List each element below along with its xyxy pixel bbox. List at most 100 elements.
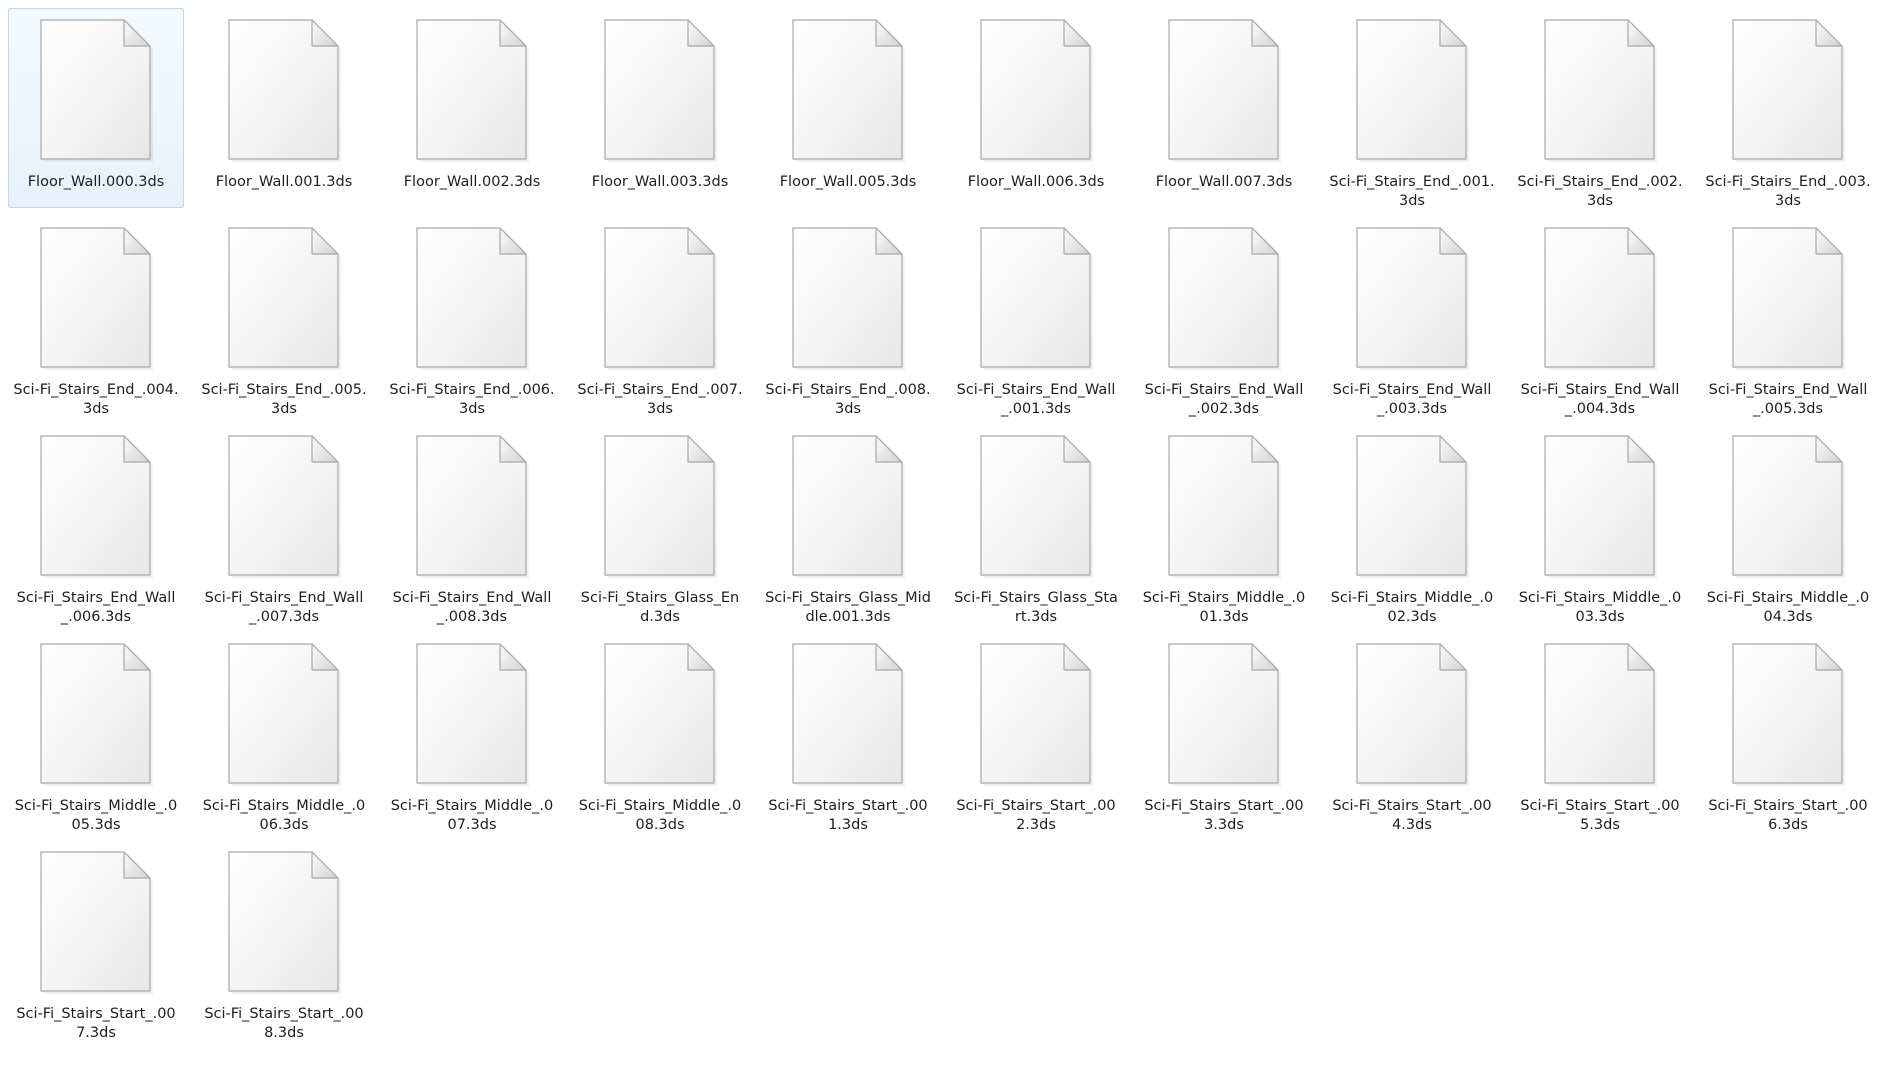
file-item[interactable]: Sci-Fi_Stairs_End_Wall_.001.3ds: [948, 216, 1124, 417]
file-item[interactable]: Sci-Fi_Stairs_End_.006.3ds: [384, 216, 560, 417]
file-item[interactable]: Sci-Fi_Stairs_Middle_.006.3ds: [196, 632, 372, 833]
document-icon: [413, 19, 531, 165]
file-name-label: Sci-Fi_Stairs_End_.008.3ds: [765, 382, 931, 417]
document-icon: [1353, 643, 1471, 789]
document-icon: [977, 19, 1095, 165]
file-item[interactable]: Sci-Fi_Stairs_End_Wall_.008.3ds: [384, 424, 560, 625]
file-name-label: Floor_Wall.002.3ds: [403, 174, 541, 190]
file-item[interactable]: Sci-Fi_Stairs_End_Wall_.004.3ds: [1512, 216, 1688, 417]
file-name-label: Sci-Fi_Stairs_Start_.004.3ds: [1332, 798, 1492, 833]
file-name-label: Sci-Fi_Stairs_Middle_.004.3ds: [1706, 590, 1870, 625]
file-name-label: Floor_Wall.000.3ds: [27, 174, 165, 190]
document-icon: [789, 435, 907, 581]
document-icon: [225, 851, 343, 997]
file-item[interactable]: Sci-Fi_Stairs_Glass_End.3ds: [572, 424, 748, 625]
file-item[interactable]: Sci-Fi_Stairs_End_.005.3ds: [196, 216, 372, 417]
document-icon: [601, 19, 719, 165]
file-name-label: Sci-Fi_Stairs_Middle_.003.3ds: [1518, 590, 1682, 625]
file-grid[interactable]: Floor_Wall.000.3ds Floor_Wall.001.3ds Fl…: [8, 8, 1876, 1048]
document-icon: [1729, 19, 1847, 165]
document-icon: [37, 227, 155, 373]
file-item[interactable]: Sci-Fi_Stairs_Middle_.004.3ds: [1700, 424, 1876, 625]
file-name-label: Sci-Fi_Stairs_End_Wall_.004.3ds: [1520, 382, 1680, 417]
file-name-label: Sci-Fi_Stairs_Start_.002.3ds: [956, 798, 1116, 833]
file-name-label: Sci-Fi_Stairs_End_Wall_.006.3ds: [16, 590, 176, 625]
file-item[interactable]: Floor_Wall.006.3ds: [948, 8, 1124, 208]
file-name-label: Sci-Fi_Stairs_End_.003.3ds: [1705, 174, 1871, 209]
document-icon: [1729, 643, 1847, 789]
file-item[interactable]: Sci-Fi_Stairs_Start_.007.3ds: [8, 840, 184, 1041]
document-icon: [789, 19, 907, 165]
file-name-label: Sci-Fi_Stairs_Glass_End.3ds: [580, 590, 740, 625]
document-icon: [37, 643, 155, 789]
file-item[interactable]: Sci-Fi_Stairs_Start_.005.3ds: [1512, 632, 1688, 833]
document-icon: [789, 643, 907, 789]
document-icon: [1541, 227, 1659, 373]
document-icon: [1165, 19, 1283, 165]
file-item[interactable]: Sci-Fi_Stairs_End_.001.3ds: [1324, 8, 1500, 209]
file-item[interactable]: Sci-Fi_Stairs_End_Wall_.003.3ds: [1324, 216, 1500, 417]
document-icon: [1541, 435, 1659, 581]
document-icon: [225, 227, 343, 373]
file-item[interactable]: Sci-Fi_Stairs_End_Wall_.002.3ds: [1136, 216, 1312, 417]
file-name-label: Floor_Wall.001.3ds: [215, 174, 353, 190]
file-item[interactable]: Sci-Fi_Stairs_Middle_.005.3ds: [8, 632, 184, 833]
file-name-label: Sci-Fi_Stairs_Middle_.008.3ds: [578, 798, 742, 833]
file-name-label: Sci-Fi_Stairs_Start_.001.3ds: [768, 798, 928, 833]
file-item[interactable]: Sci-Fi_Stairs_End_Wall_.006.3ds: [8, 424, 184, 625]
document-icon: [977, 227, 1095, 373]
file-item[interactable]: Sci-Fi_Stairs_Start_.006.3ds: [1700, 632, 1876, 833]
file-item[interactable]: Sci-Fi_Stairs_Middle_.002.3ds: [1324, 424, 1500, 625]
document-icon: [789, 227, 907, 373]
file-item[interactable]: Sci-Fi_Stairs_Start_.002.3ds: [948, 632, 1124, 833]
file-item[interactable]: Sci-Fi_Stairs_Glass_Middle.001.3ds: [760, 424, 936, 625]
file-name-label: Sci-Fi_Stairs_Start_.003.3ds: [1144, 798, 1304, 833]
file-name-label: Sci-Fi_Stairs_Glass_Middle.001.3ds: [765, 590, 931, 625]
file-name-label: Sci-Fi_Stairs_Start_.007.3ds: [16, 1006, 176, 1041]
file-name-label: Sci-Fi_Stairs_End_Wall_.008.3ds: [392, 590, 552, 625]
file-name-label: Sci-Fi_Stairs_Middle_.006.3ds: [202, 798, 366, 833]
file-name-label: Sci-Fi_Stairs_End_Wall_.001.3ds: [956, 382, 1116, 417]
file-item[interactable]: Sci-Fi_Stairs_Middle_.001.3ds: [1136, 424, 1312, 625]
file-item[interactable]: Sci-Fi_Stairs_End_.007.3ds: [572, 216, 748, 417]
file-item[interactable]: Sci-Fi_Stairs_End_Wall_.005.3ds: [1700, 216, 1876, 417]
file-name-label: Floor_Wall.007.3ds: [1155, 174, 1293, 190]
file-name-label: Sci-Fi_Stairs_End_.005.3ds: [201, 382, 367, 417]
file-item[interactable]: Sci-Fi_Stairs_Glass_Start.3ds: [948, 424, 1124, 625]
document-icon: [601, 435, 719, 581]
document-icon: [1353, 19, 1471, 165]
file-item[interactable]: Sci-Fi_Stairs_Start_.003.3ds: [1136, 632, 1312, 833]
file-item[interactable]: Sci-Fi_Stairs_Start_.004.3ds: [1324, 632, 1500, 833]
file-name-label: Sci-Fi_Stairs_End_.001.3ds: [1329, 174, 1495, 209]
file-item[interactable]: Floor_Wall.007.3ds: [1136, 8, 1312, 208]
document-icon: [1541, 19, 1659, 165]
file-item[interactable]: Sci-Fi_Stairs_End_.002.3ds: [1512, 8, 1688, 209]
file-name-label: Sci-Fi_Stairs_Start_.006.3ds: [1708, 798, 1868, 833]
file-item[interactable]: Sci-Fi_Stairs_End_.004.3ds: [8, 216, 184, 417]
document-icon: [601, 643, 719, 789]
file-item[interactable]: Sci-Fi_Stairs_Middle_.007.3ds: [384, 632, 560, 833]
file-item[interactable]: Sci-Fi_Stairs_Middle_.003.3ds: [1512, 424, 1688, 625]
file-item[interactable]: Floor_Wall.000.3ds: [8, 8, 184, 208]
document-icon: [977, 643, 1095, 789]
document-icon: [1165, 643, 1283, 789]
file-item[interactable]: Floor_Wall.003.3ds: [572, 8, 748, 208]
file-name-label: Floor_Wall.005.3ds: [779, 174, 917, 190]
file-item[interactable]: Floor_Wall.005.3ds: [760, 8, 936, 208]
file-item[interactable]: Sci-Fi_Stairs_End_.008.3ds: [760, 216, 936, 417]
document-icon: [413, 643, 531, 789]
file-name-label: Sci-Fi_Stairs_Middle_.002.3ds: [1330, 590, 1494, 625]
file-item[interactable]: Sci-Fi_Stairs_Start_.001.3ds: [760, 632, 936, 833]
file-name-label: Sci-Fi_Stairs_End_.006.3ds: [389, 382, 555, 417]
document-icon: [413, 227, 531, 373]
file-item[interactable]: Sci-Fi_Stairs_End_Wall_.007.3ds: [196, 424, 372, 625]
file-item[interactable]: Sci-Fi_Stairs_End_.003.3ds: [1700, 8, 1876, 209]
file-item[interactable]: Floor_Wall.002.3ds: [384, 8, 560, 208]
file-item[interactable]: Sci-Fi_Stairs_Middle_.008.3ds: [572, 632, 748, 833]
file-item[interactable]: Floor_Wall.001.3ds: [196, 8, 372, 208]
document-icon: [225, 19, 343, 165]
file-name-label: Sci-Fi_Stairs_End_Wall_.007.3ds: [204, 590, 364, 625]
file-name-label: Floor_Wall.003.3ds: [591, 174, 729, 190]
file-name-label: Sci-Fi_Stairs_Glass_Start.3ds: [954, 590, 1118, 625]
file-item[interactable]: Sci-Fi_Stairs_Start_.008.3ds: [196, 840, 372, 1041]
